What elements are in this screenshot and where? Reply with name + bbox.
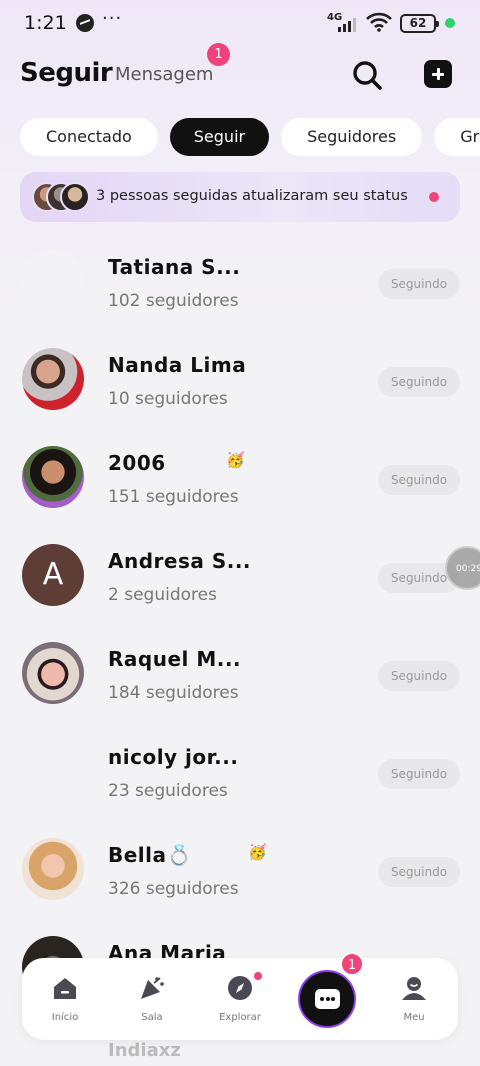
follower-count: 184 seguidores (108, 683, 239, 703)
list-item[interactable]: 2006 🥳 151 seguidores Seguindo (0, 431, 480, 529)
following-button[interactable]: Seguindo (378, 857, 460, 887)
party-icon (141, 977, 164, 999)
list-item[interactable]: nicoly jor... 23 seguidores Seguindo (0, 725, 480, 823)
nav-explore[interactable]: Explorar (210, 974, 270, 1023)
party-emoji: 🥳 (226, 451, 245, 469)
avatar[interactable] (22, 348, 84, 410)
follower-count: 10 seguidores (108, 389, 228, 409)
follower-count: 2 seguidores (108, 585, 217, 605)
profile-icon (402, 977, 426, 1000)
messenger-notification-icon (76, 14, 94, 32)
user-name: Nanda Lima (108, 353, 247, 377)
follower-count: 151 seguidores (108, 487, 239, 507)
add-icon[interactable] (424, 60, 452, 88)
party-emoji: 🥳 (248, 843, 267, 861)
user-name: Bella💍 (108, 843, 192, 867)
user-name: Raquel M... (108, 647, 242, 671)
banner-text: 3 pessoas seguidas atualizaram seu statu… (96, 188, 408, 204)
avatar (60, 182, 90, 212)
following-button[interactable]: Seguindo (378, 269, 460, 299)
chip-connected[interactable]: Conectado (20, 118, 158, 156)
avatar[interactable] (22, 446, 84, 508)
following-list: Tatiana S... 102 seguidores Seguindo Nan… (0, 235, 480, 1019)
user-name: Indiaxz (108, 1040, 181, 1061)
chip-groups[interactable]: Gru (434, 118, 480, 156)
following-button[interactable]: Seguindo (378, 367, 460, 397)
nav-label: Meu (403, 1012, 425, 1023)
page-title[interactable]: Seguir (20, 58, 113, 88)
list-item[interactable]: A Andresa S... 2 seguidores Seguindo (0, 529, 480, 627)
following-button[interactable]: Seguindo (378, 759, 460, 789)
battery-indicator: 62 (400, 14, 439, 33)
tab-messages[interactable]: Mensagem (115, 64, 213, 85)
privacy-dot-icon (445, 18, 455, 28)
user-name: nicoly jor... (108, 745, 239, 769)
nav-label: Início (51, 1012, 79, 1023)
follower-count: 23 seguidores (108, 781, 228, 801)
chat-icon (315, 989, 340, 1009)
nav-label: Sala (141, 1012, 163, 1023)
recording-timer: 00:29 (456, 564, 480, 574)
avatar[interactable]: A (22, 544, 84, 606)
compass-icon (228, 976, 252, 1000)
follower-count: 102 seguidores (108, 291, 239, 311)
user-name: 2006 (108, 451, 166, 475)
messages-badge: 1 (207, 43, 230, 66)
signal-icon (338, 16, 360, 32)
following-button[interactable]: Seguindo (378, 661, 460, 691)
chip-following[interactable]: Seguir (169, 118, 270, 156)
home-icon (54, 978, 76, 999)
clock: 1:21 (24, 12, 67, 34)
wifi-icon (366, 12, 392, 32)
explore-notification-dot-icon (254, 972, 262, 980)
nav-label: Explorar (219, 1012, 261, 1023)
follower-count: 326 seguidores (108, 879, 239, 899)
banner-avatar-stack (32, 182, 94, 212)
nav-home[interactable]: Início (35, 974, 95, 1023)
list-item[interactable]: Bella💍 🥳 326 seguidores Seguindo (0, 823, 480, 921)
avatar[interactable] (22, 642, 84, 704)
bottom-navigation: Início Sala Explorar 1 Meu (22, 952, 458, 1040)
search-icon[interactable] (350, 58, 384, 92)
chip-followers[interactable]: Seguidores (281, 118, 423, 156)
filter-chips: Conectado Seguir Seguidores Gru (20, 118, 480, 156)
list-item[interactable]: Nanda Lima 10 seguidores Seguindo (0, 333, 480, 431)
avatar[interactable] (22, 838, 84, 900)
user-name: Tatiana S... (108, 255, 241, 279)
unread-dot-icon (429, 192, 439, 202)
user-name: Andresa S... (108, 549, 252, 573)
status-bar: 1:21 ··· 4G 62 (0, 0, 480, 48)
status-update-banner[interactable]: 3 pessoas seguidas atualizaram seu statu… (20, 172, 460, 222)
following-button[interactable]: Seguindo (378, 465, 460, 495)
avatar[interactable] (22, 250, 84, 312)
list-item[interactable]: Tatiana S... 102 seguidores Seguindo (0, 235, 480, 333)
list-item[interactable]: Raquel M... 184 seguidores Seguindo (0, 627, 480, 725)
nav-room[interactable]: Sala (122, 974, 182, 1023)
more-notifications-icon: ··· (102, 8, 123, 29)
nav-profile[interactable]: Meu (384, 974, 444, 1023)
nav-chat-button[interactable] (298, 970, 356, 1028)
chat-badge: 1 (340, 952, 364, 976)
avatar[interactable] (22, 740, 84, 802)
